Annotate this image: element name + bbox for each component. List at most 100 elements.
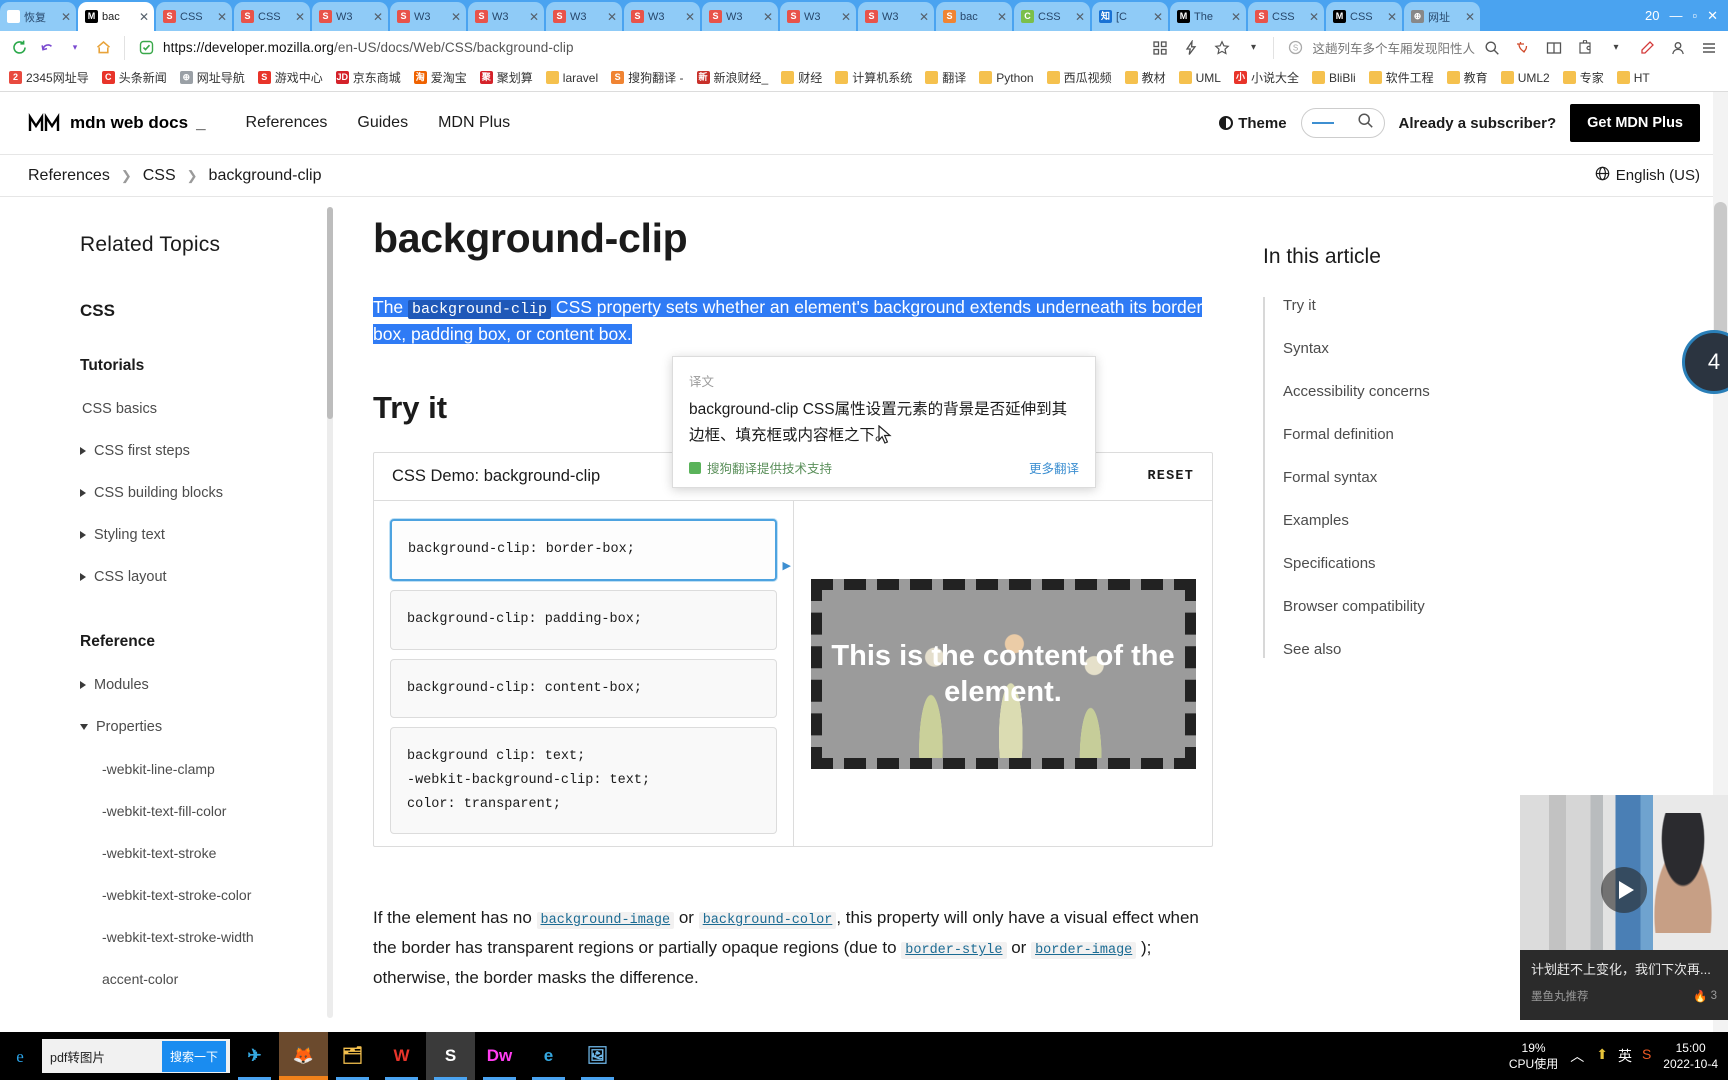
browser-tab-2[interactable]: S CSS ✕ [156, 2, 232, 31]
browser-tab-6[interactable]: S W3 ✕ [468, 2, 544, 31]
sidebar-tutorial-0[interactable]: CSS basics [82, 401, 345, 417]
tab-close-icon[interactable]: ✕ [1387, 11, 1397, 23]
tab-close-icon[interactable]: ✕ [685, 11, 695, 23]
sidebar-property-4[interactable]: -webkit-text-stroke-width [102, 929, 345, 945]
chevron-right-icon[interactable] [80, 531, 86, 539]
bookmark-5[interactable]: 淘爱淘宝 [409, 67, 472, 88]
chevron-right-icon[interactable] [80, 447, 86, 455]
taskbar-app-internet-explorer[interactable]: e [524, 1032, 573, 1080]
pen-icon[interactable] [1636, 37, 1658, 59]
minimize-button[interactable]: — [1669, 8, 1682, 23]
browser-tab-9[interactable]: S W3 ✕ [702, 2, 778, 31]
toc-item-4[interactable]: Formal syntax [1283, 469, 1575, 486]
toc-item-7[interactable]: Browser compatibility [1283, 598, 1575, 615]
star-icon[interactable] [1211, 37, 1233, 59]
tab-close-icon[interactable]: ✕ [451, 11, 461, 23]
browser-tab-5[interactable]: S W3 ✕ [390, 2, 466, 31]
sidebar-tutorial-1[interactable]: CSS first steps [80, 443, 345, 459]
tab-close-icon[interactable]: ✕ [1309, 11, 1319, 23]
bookmark-21[interactable]: UML2 [1496, 69, 1555, 87]
tab-close-icon[interactable]: ✕ [1153, 11, 1163, 23]
breadcrumb-item-1[interactable]: CSS [143, 167, 176, 185]
close-button[interactable]: ✕ [1707, 8, 1718, 24]
sidebar-tutorial-2[interactable]: CSS building blocks [80, 485, 345, 501]
tab-count-badge[interactable]: 20 [1645, 8, 1659, 23]
bookmark-18[interactable]: BliBli [1307, 69, 1361, 87]
taskbar-search-button[interactable]: 搜索一下 [161, 1040, 226, 1072]
browser-tab-13[interactable]: C CSS ✕ [1014, 2, 1090, 31]
link-border-style[interactable]: border-style [901, 942, 1007, 960]
shield-icon[interactable] [135, 37, 157, 59]
tab-close-icon[interactable]: ✕ [529, 11, 539, 23]
url-bar[interactable]: https://developer.mozilla.org/en-US/docs… [124, 35, 1137, 60]
taskbar-search-value[interactable]: pdf转图片 [50, 1047, 156, 1066]
bookmark-13[interactable]: Python [974, 69, 1038, 87]
taskbar-app-file-explorer[interactable]: 🗂 [328, 1032, 377, 1080]
mdn-search-input[interactable] [1300, 108, 1385, 138]
url-text[interactable]: https://developer.mozilla.org/en-US/docs… [163, 40, 574, 55]
tab-close-icon[interactable]: ✕ [1231, 11, 1241, 23]
search-icon[interactable] [1481, 37, 1503, 59]
taskbar-app-dreamweaver[interactable]: Dw [475, 1032, 524, 1080]
browser-tab-8[interactable]: S W3 ✕ [624, 2, 700, 31]
mdn-nav-item-1[interactable]: Guides [357, 114, 408, 132]
bookmark-20[interactable]: 教育 [1442, 67, 1493, 88]
chevron-down-icon[interactable] [80, 724, 88, 730]
browser-tab-12[interactable]: Sbac ✕ [936, 2, 1012, 31]
browser-tab-7[interactable]: S W3 ✕ [546, 2, 622, 31]
tab-close-icon[interactable]: ✕ [841, 11, 851, 23]
maximize-button[interactable]: ▫ [1692, 8, 1697, 23]
tab-close-icon[interactable]: ✕ [763, 11, 773, 23]
sidebar-reference-1[interactable]: Properties [80, 719, 345, 735]
chevron-right-icon[interactable] [80, 681, 86, 689]
browser-tab-1[interactable]: Mbac ✕ [78, 2, 154, 31]
bookmark-0[interactable]: 2 2345网址导 [4, 67, 94, 88]
apps-grid-icon[interactable] [1149, 37, 1171, 59]
breadcrumb[interactable]: References ❯ CSS ❯ background-clip [28, 167, 322, 185]
toc-item-0[interactable]: Try it [1283, 297, 1575, 314]
bookmark-8[interactable]: S 搜狗翻译 - [606, 67, 688, 88]
clock[interactable]: 15:00 2022-10-4 [1663, 1040, 1718, 1072]
sidebar-scrollbar-thumb[interactable] [327, 207, 333, 419]
tab-close-icon[interactable]: ✕ [61, 11, 71, 23]
taskbar-app-firefox[interactable]: 🦊 [279, 1032, 328, 1080]
link-background-image[interactable]: background-image [536, 912, 675, 930]
mdn-logo[interactable]: mdn web docs _ [28, 113, 206, 133]
bookmark-22[interactable]: 专家 [1558, 67, 1609, 88]
video-recommendation-card[interactable]: 计划赶不上变化，我们下次再... 墨鱼丸推荐 🔥 3 [1520, 795, 1728, 1020]
taskbar-app-wps[interactable]: W [377, 1032, 426, 1080]
browser-tab-17[interactable]: M CSS ✕ [1326, 2, 1402, 31]
toc-item-8[interactable]: See also [1283, 641, 1575, 658]
toc-item-5[interactable]: Examples [1283, 512, 1575, 529]
bookmark-15[interactable]: 教材 [1120, 67, 1171, 88]
sidebar-property-2[interactable]: -webkit-text-stroke [102, 845, 345, 861]
browser-tab-18[interactable]: ⊕ 网址 ✕ [1404, 2, 1480, 31]
more-translations-link[interactable]: 更多翻译 [1029, 458, 1079, 477]
link-border-image[interactable]: border-image [1031, 942, 1137, 960]
demo-choice-0[interactable]: background-clip: border-box; [390, 519, 777, 581]
taskbar-search-box[interactable]: pdf转图片 搜索一下 [42, 1039, 230, 1073]
lightning-icon[interactable] [1180, 37, 1202, 59]
taskbar-app-photos[interactable]: 🖼 [573, 1032, 622, 1080]
translate-icon[interactable] [1512, 37, 1534, 59]
css-demo-choices[interactable]: background-clip: border-box; background-c… [374, 501, 794, 847]
mdn-nav-item-0[interactable]: References [246, 114, 328, 132]
bookmark-19[interactable]: 软件工程 [1364, 67, 1439, 88]
tab-close-icon[interactable]: ✕ [1075, 11, 1085, 23]
toc-item-3[interactable]: Formal definition [1283, 426, 1575, 443]
dropdown-arrow-icon[interactable]: ▾ [64, 37, 86, 59]
sogou-pinyin-icon[interactable]: S [1642, 1046, 1651, 1066]
theme-button[interactable]: Theme [1219, 115, 1287, 132]
browser-tab-11[interactable]: S W3 ✕ [858, 2, 934, 31]
bookmark-9[interactable]: 新新浪财经_ [692, 67, 774, 88]
tab-close-icon[interactable]: ✕ [607, 11, 617, 23]
bookmark-10[interactable]: 财经 [776, 67, 827, 88]
tab-close-icon[interactable]: ✕ [1465, 11, 1475, 23]
bookmark-2[interactable]: ⊕ 网址导航 [175, 67, 250, 88]
update-icon[interactable]: ⬆ [1596, 1046, 1608, 1066]
tab-close-icon[interactable]: ✕ [997, 11, 1007, 23]
bookmark-11[interactable]: 计算机系统 [830, 67, 917, 88]
browser-tab-0[interactable]: 恢恢复 ✕ [0, 2, 76, 31]
chevron-right-icon[interactable] [80, 573, 86, 581]
toc-list[interactable]: Try it Syntax Accessibility concerns Formal… [1263, 297, 1575, 658]
